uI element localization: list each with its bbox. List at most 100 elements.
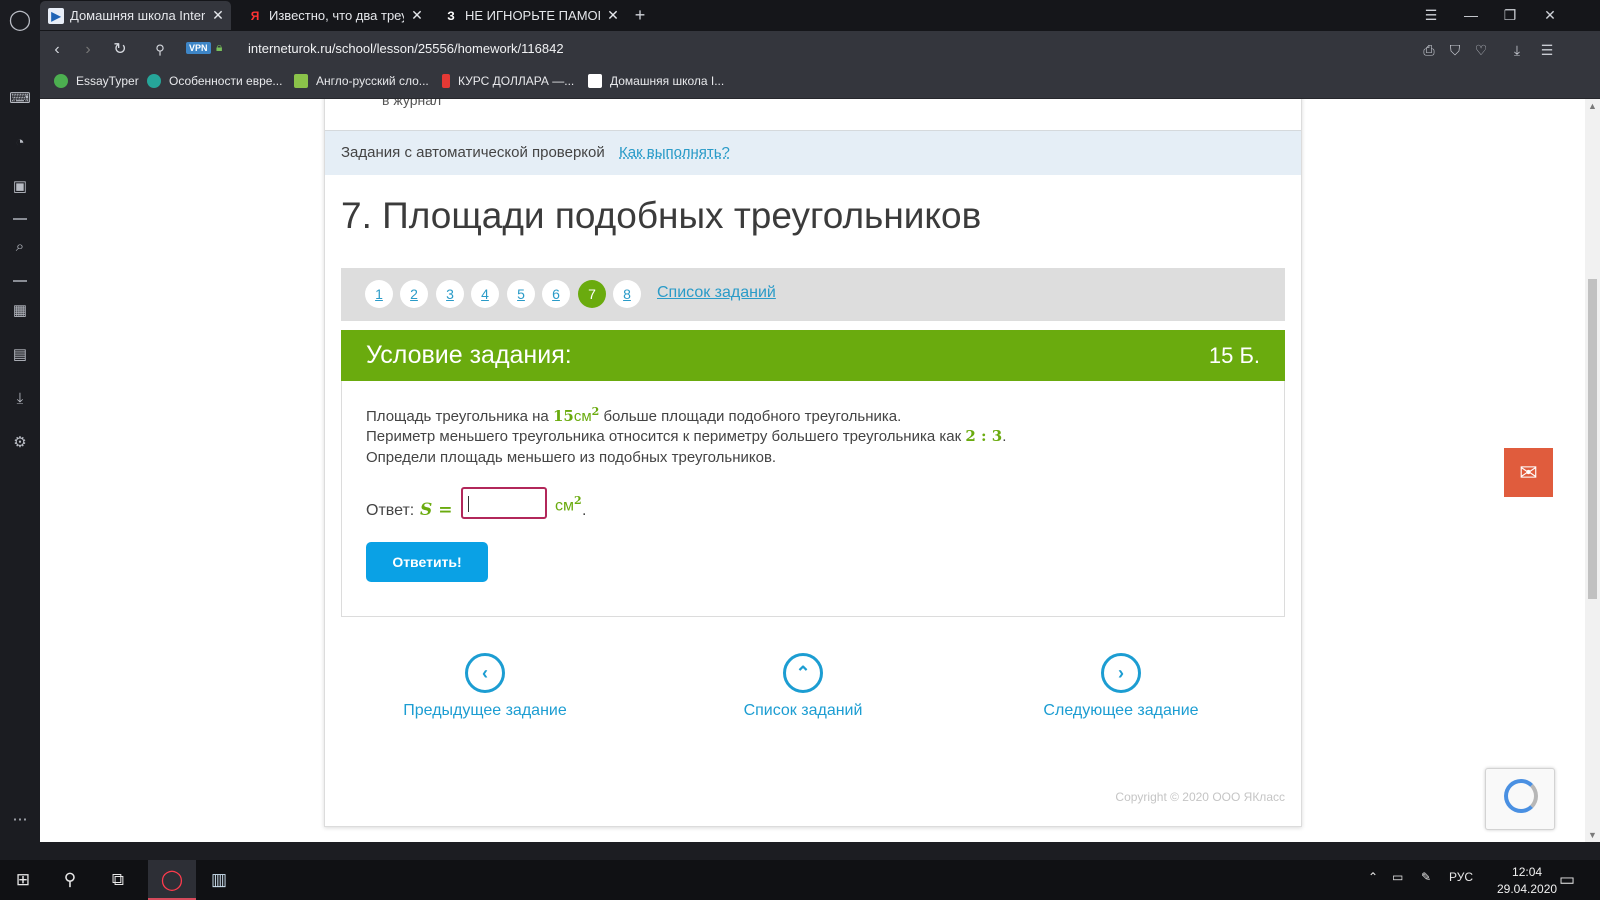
download-icon[interactable]: ⤓ <box>1506 39 1528 61</box>
language-indicator[interactable]: РУС <box>1449 870 1473 884</box>
task-line-2: Периметр меньшего треугольника относится… <box>366 427 1006 445</box>
pen-icon[interactable]: ✎ <box>1421 870 1431 884</box>
how-to-link[interactable]: Как выполнять? <box>619 144 730 161</box>
task-list-label[interactable]: Список заданий <box>683 702 923 720</box>
task-line-3: Определи площадь меньшего из подобных тр… <box>366 449 777 466</box>
bookmark-label: Англо-русский сло... <box>316 74 429 88</box>
chevron-right-icon[interactable]: › <box>1101 653 1141 693</box>
pager-item-7-current[interactable]: 7 <box>578 280 606 308</box>
bookmark-kurs-dollara[interactable]: КУРС ДОЛЛАРА —... <box>442 74 574 88</box>
pager-item-8[interactable]: 8 <box>613 280 641 308</box>
answer-input[interactable] <box>461 487 547 519</box>
close-tab-icon[interactable]: ✕ <box>211 7 225 24</box>
tab-menu-icon[interactable]: ☰ <box>1419 4 1443 26</box>
tab-interneturok[interactable]: ▶ Домашняя школа Internet ✕ <box>40 1 231 30</box>
bookmark-osobennosti[interactable]: Особенности евре... <box>147 74 282 88</box>
chevron-left-icon[interactable]: ‹ <box>465 653 505 693</box>
submit-answer-button[interactable]: Ответить! <box>366 542 488 582</box>
more-dots-icon[interactable]: ⋯ <box>8 808 32 832</box>
show-hidden-icons-icon[interactable]: ⌃ <box>1368 870 1378 884</box>
easy-setup-icon[interactable]: ☰ <box>1536 39 1558 61</box>
opera-logo-icon: ◯ <box>160 869 184 891</box>
settings-gear-icon[interactable]: ⚙ <box>8 431 32 455</box>
forward-button[interactable]: › <box>76 38 100 62</box>
lesson-card: в журнал Задания с автоматической провер… <box>324 99 1302 827</box>
pager-item-6[interactable]: 6 <box>542 280 570 308</box>
minimize-button[interactable]: — <box>1459 4 1483 26</box>
tab-yandex[interactable]: Я Известно, что два треугол ✕ <box>239 1 430 30</box>
pager-item-2[interactable]: 2 <box>400 280 428 308</box>
notepad-app-icon[interactable]: ▥ <box>207 868 231 892</box>
search-icon[interactable]: ⚲ <box>148 38 172 62</box>
page-viewport: в журнал Задания с автоматической провер… <box>40 99 1585 842</box>
unit-power: 2 <box>574 494 582 507</box>
search-icon[interactable]: ⚲ <box>58 868 82 892</box>
opera-menu-icon[interactable]: ◯ <box>8 8 32 32</box>
reload-icon[interactable]: ↻ <box>108 38 132 62</box>
task-view-icon[interactable]: ⧉ <box>106 868 130 892</box>
workspaces-icon[interactable]: ▦ <box>8 299 32 323</box>
next-task-link[interactable]: › Следующее задание <box>1001 653 1241 720</box>
scroll-down-arrow-icon[interactable]: ▼ <box>1585 828 1600 842</box>
pager-item-3[interactable]: 3 <box>436 280 464 308</box>
vpn-badge[interactable]: VPN <box>186 42 211 54</box>
previous-task-link[interactable]: ‹ Предыдущее задание <box>365 653 605 720</box>
dictionary-favicon-icon <box>294 74 308 88</box>
pager-item-1[interactable]: 1 <box>365 280 393 308</box>
chevron-up-icon[interactable]: ⌃ <box>783 653 823 693</box>
bookmark-essaytyper[interactable]: EssayTyper <box>54 74 139 88</box>
clock[interactable]: 12:04 29.04.2020 <box>1497 864 1557 898</box>
sidebar-divider <box>13 218 27 220</box>
task-points: 15 Б. <box>1208 343 1260 368</box>
lock-icon[interactable]: 🔒︎ <box>216 40 222 55</box>
close-tab-icon[interactable]: ✕ <box>410 7 424 24</box>
znanija-favicon-icon: З <box>447 8 455 23</box>
auto-check-banner: Задания с автоматической проверкой Как в… <box>325 130 1301 175</box>
gx-controller-icon[interactable]: ⌨ <box>8 87 32 111</box>
task-list-link[interactable]: Список заданий <box>657 284 776 302</box>
bookmark-anglo-russkiy[interactable]: Англо-русский сло... <box>294 74 429 88</box>
next-task-label[interactable]: Следующее задание <box>1001 702 1241 720</box>
task-text: Площадь треугольника на <box>366 408 549 425</box>
yandex-favicon-icon <box>442 74 450 88</box>
tab-znanija[interactable]: З НЕ ИГНОРЬТЕ ПАМОГИТЕ ✕ <box>435 1 626 30</box>
speed-dial-icon[interactable]: ◔ <box>8 131 32 155</box>
pager-item-4[interactable]: 4 <box>471 280 499 308</box>
bookmark-label: КУРС ДОЛЛАРА —... <box>458 74 575 88</box>
scroll-up-arrow-icon[interactable]: ▲ <box>1585 99 1600 113</box>
url-field[interactable]: interneturok.ru/school/lesson/25556/home… <box>248 41 564 56</box>
chat-bubble-icon[interactable]: ✉ <box>1504 448 1553 497</box>
opera-sidebar: ◯ ⌨ ◔ ▣ ⌕ ▦ ▤ ⤓ ⚙ ⋯ <box>0 0 40 860</box>
task-list-bottom-link[interactable]: ⌃ Список заданий <box>683 653 923 720</box>
bookmark-domashnyaya-shkola[interactable]: Домашняя школа I... <box>588 74 724 88</box>
recaptcha-logo-icon <box>1504 779 1538 813</box>
task-body: Площадь треугольника на 15см2 больше пло… <box>341 381 1285 617</box>
adblock-shield-icon[interactable]: ⛉ <box>1444 39 1466 61</box>
task-line-1: Площадь треугольника на 15см2 больше пло… <box>366 405 901 425</box>
previous-task-label[interactable]: Предыдущее задание <box>365 702 605 720</box>
close-window-button[interactable]: ✕ <box>1538 4 1562 26</box>
scrollbar-thumb[interactable] <box>1588 279 1597 599</box>
pager-item-5[interactable]: 5 <box>507 280 535 308</box>
twitch-icon[interactable]: ▣ <box>8 175 32 199</box>
recaptcha-badge[interactable] <box>1485 768 1555 830</box>
journal-text: в журнал <box>382 99 442 108</box>
address-bar: ‹ › ↻ ⚲ VPN 🔒︎ interneturok.ru/school/le… <box>40 31 1600 68</box>
close-tab-icon[interactable]: ✕ <box>606 7 620 24</box>
page-scrollbar[interactable]: ▲ ▼ <box>1585 99 1600 842</box>
heart-icon[interactable]: ♡ <box>1470 39 1492 61</box>
restore-button[interactable]: ❐ <box>1498 4 1522 26</box>
news-icon[interactable]: ▤ <box>8 343 32 367</box>
downloads-icon[interactable]: ⤓ <box>8 387 32 411</box>
snapshot-camera-icon[interactable]: ⎙ <box>1418 39 1440 61</box>
windows-start-icon[interactable]: ⊞ <box>11 868 35 892</box>
notifications-icon[interactable]: ▭ <box>1555 868 1579 892</box>
back-button[interactable]: ‹ <box>45 38 69 62</box>
windows-taskbar: ⊞ ⚲ ⧉ ◯ ▥ ⌃ ▭ ✎ РУС 12:04 29.04.2020 ▭ <box>0 860 1600 900</box>
new-tab-button[interactable]: + <box>628 4 652 26</box>
search-icon[interactable]: ⌕ <box>8 235 32 259</box>
task-text: . <box>1002 428 1007 445</box>
taskbar-opera[interactable]: ◯ <box>148 860 196 900</box>
math-value: 15 <box>552 407 574 425</box>
battery-icon[interactable]: ▭ <box>1392 870 1403 884</box>
